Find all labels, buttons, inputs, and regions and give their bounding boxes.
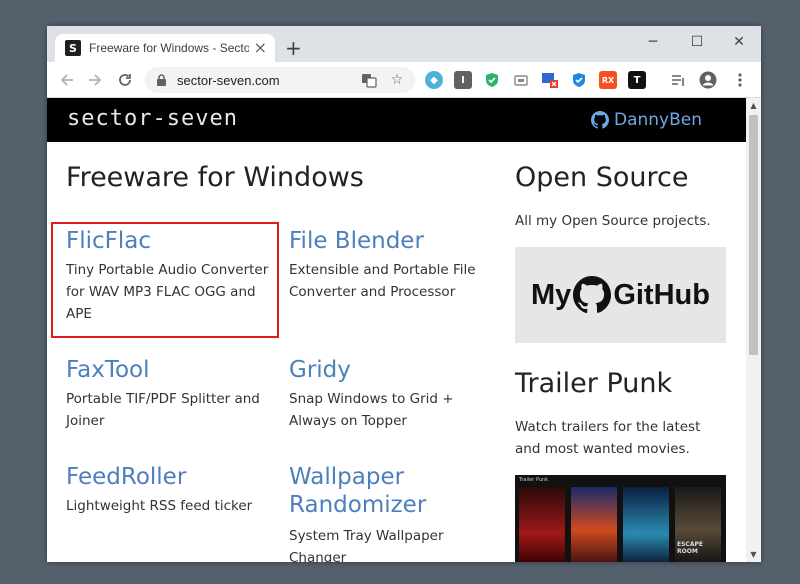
app-title-flicflac[interactable]: FlicFlac <box>66 227 151 255</box>
profile-avatar-icon[interactable] <box>699 71 717 89</box>
app-desc-faxtool: Portable TIF/PDF Splitter and Joiner <box>66 391 260 429</box>
maximize-button[interactable]: ☐ <box>677 30 717 54</box>
trailer-punk-desc: Watch trailers for the latest and most w… <box>515 419 701 457</box>
arrow-right-icon <box>89 74 102 86</box>
scrollbar-thumb[interactable] <box>749 115 758 355</box>
app-desc-gridy: Snap Windows to Grid + Always on Topper <box>289 391 454 429</box>
github-banner[interactable]: My GitHub <box>515 247 726 343</box>
reload-button[interactable] <box>113 68 137 92</box>
tab-manager-icon[interactable] <box>541 71 559 89</box>
vpn-icon[interactable]: ◆ <box>425 71 443 89</box>
trailer-img-caption: Trailer Punk <box>519 477 549 483</box>
shield-icon[interactable] <box>570 71 588 89</box>
screenshot-icon[interactable] <box>512 71 530 89</box>
app-desc-wallpaper-randomizer: System Tray Wallpaper Changer <box>289 528 444 562</box>
open-source-desc: All my Open Source projects. <box>515 213 711 229</box>
site-favicon-icon: S <box>65 40 81 56</box>
browser-toolbar: sector-seven.com ☆ ◆ I RX T <box>47 62 761 98</box>
forward-button[interactable] <box>83 68 107 92</box>
github-banner-my: My <box>531 278 572 311</box>
open-source-heading: Open Source <box>515 162 689 193</box>
scroll-up-arrow-icon[interactable]: ▲ <box>746 98 761 113</box>
app-desc-flicflac: Tiny Portable Audio Converter for WAV MP… <box>66 262 269 322</box>
movie-poster <box>519 487 565 562</box>
reading-list-icon[interactable] <box>669 71 687 89</box>
translate-icon[interactable] <box>361 72 377 88</box>
bookmark-star-icon[interactable]: ☆ <box>389 72 405 88</box>
reload-icon <box>119 74 131 86</box>
poster-caption: ESCAPE ROOM <box>677 541 703 555</box>
octocat-icon <box>573 276 612 314</box>
github-username: DannyBen <box>613 110 702 130</box>
trailer-punk-heading: Trailer Punk <box>515 368 673 399</box>
movie-poster: ESCAPE ROOM <box>675 487 721 562</box>
browser-window: S Freeware for Windows - Sector × + ─ ☐ … <box>47 26 761 562</box>
scroll-down-arrow-icon[interactable]: ▼ <box>746 547 761 562</box>
page-scrollbar[interactable]: ▲ ▼ <box>746 98 761 562</box>
lock-icon[interactable] <box>155 74 167 86</box>
app-title-wallpaper-randomizer[interactable]: Wallpaper Randomizer <box>289 463 449 519</box>
app-title-faxtool[interactable]: FaxTool <box>66 356 150 384</box>
tab-strip: S Freeware for Windows - Sector × + ─ ☐ … <box>47 26 761 62</box>
new-tab-button[interactable]: + <box>285 38 302 58</box>
ext-t-icon[interactable]: T <box>628 71 646 89</box>
movie-poster <box>623 487 669 562</box>
back-button[interactable] <box>55 68 79 92</box>
close-window-button[interactable]: ✕ <box>719 30 759 54</box>
instapaper-icon[interactable]: I <box>454 71 472 89</box>
tab-title: Freeware for Windows - Sector <box>89 41 249 55</box>
app-title-gridy[interactable]: Gridy <box>289 356 351 384</box>
movie-poster <box>571 487 617 562</box>
url-text[interactable]: sector-seven.com <box>177 73 280 88</box>
page-viewport: sector-seven DannyBen Freeware for Windo… <box>47 98 746 562</box>
ext-rx-icon[interactable]: RX <box>599 71 617 89</box>
arrow-left-icon <box>60 74 73 86</box>
app-desc-file-blender: Extensible and Portable File Converter a… <box>289 262 476 300</box>
app-title-file-blender[interactable]: File Blender <box>289 227 424 255</box>
site-logo[interactable]: sector-seven <box>67 106 238 131</box>
tab-close-icon[interactable]: × <box>254 40 267 56</box>
app-desc-feedroller: Lightweight RSS feed ticker <box>66 498 253 514</box>
trailer-punk-image[interactable]: Trailer Punk ESCAPE ROOM <box>515 475 726 562</box>
github-banner-github: GitHub <box>613 278 710 311</box>
menu-kebab-icon[interactable] <box>731 71 749 89</box>
github-user-link[interactable]: DannyBen <box>590 110 702 130</box>
freeware-heading: Freeware for Windows <box>66 162 364 193</box>
site-header: sector-seven DannyBen <box>47 98 746 142</box>
minimize-button[interactable]: ─ <box>633 30 673 54</box>
tab-freeware[interactable]: S Freeware for Windows - Sector × <box>55 34 275 62</box>
app-title-feedroller[interactable]: FeedRoller <box>66 463 186 491</box>
github-icon <box>590 111 609 129</box>
adblock-icon[interactable] <box>483 71 501 89</box>
